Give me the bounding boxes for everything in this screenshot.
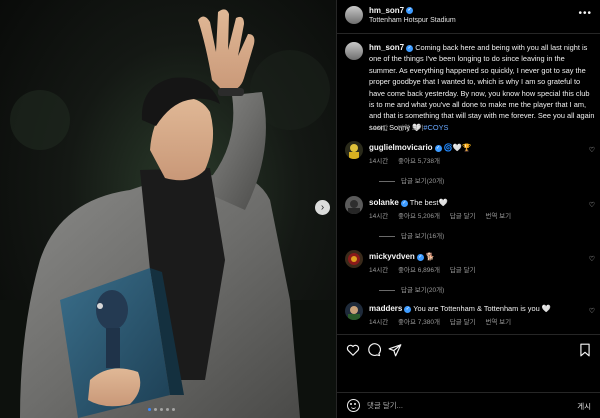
comment-line: guglielmovicario ✓ 🌀🤍🏆 <box>369 143 471 152</box>
commenter-username[interactable]: mickyvdven <box>369 252 415 261</box>
verified-badge-icon: ✓ <box>434 144 442 152</box>
comment-reply-link[interactable]: 답글 달기 <box>450 267 476 274</box>
verified-badge-icon: ✓ <box>400 199 408 207</box>
caption-time: 14시간 <box>369 125 389 132</box>
comment-line: mickyvdven ✓ 🐕 <box>369 252 435 261</box>
instagram-post: › hm_son7 ✓ Tottenham Hotspur Stadium •••… <box>0 0 600 418</box>
caption-username[interactable]: hm_son7 <box>369 43 404 52</box>
comment-line: solanke ✓ The best🤍 <box>369 198 448 207</box>
verified-badge-icon: ✓ <box>404 305 412 313</box>
comment-item: guglielmovicario ✓ 🌀🤍🏆 14시간 좋아요 5,738개 답글… <box>345 141 595 191</box>
comment-meta: 14시간 좋아요 7,380개 답글 달기 번역 보기 <box>369 316 519 326</box>
view-replies-link[interactable]: 답글 보기(20개) <box>379 284 444 294</box>
send-icon[interactable] <box>388 343 402 360</box>
post-details-panel: hm_son7 ✓ Tottenham Hotspur Stadium ••• h… <box>336 0 600 418</box>
location-link[interactable]: Tottenham Hotspur Stadium <box>369 17 456 24</box>
comment-time: 14시간 <box>369 213 389 220</box>
comment-reply-link[interactable]: 답글 달기 <box>450 319 476 326</box>
carousel-dot <box>166 408 169 411</box>
commenter-avatar[interactable] <box>345 302 363 320</box>
comment-time: 14시간 <box>369 158 389 165</box>
carousel-dot <box>172 408 175 411</box>
carousel-dot <box>154 408 157 411</box>
comment-meta: 14시간 좋아요 5,738개 <box>369 155 456 165</box>
comment-translate-link[interactable]: 번역 보기 <box>485 213 511 220</box>
caption-translate-link[interactable]: 번역 보기 <box>398 125 424 132</box>
comment-meta: 14시간 좋아요 6,896개 답글 달기 <box>369 264 484 274</box>
commenter-username[interactable]: solanke <box>369 198 399 207</box>
comment-likes[interactable]: 좋아요 5,206개 <box>398 213 440 220</box>
comment-like-heart-icon[interactable]: ♡ <box>589 146 595 154</box>
photo-illustration <box>0 9 336 418</box>
comment-item: solanke ✓ The best🤍 14시간 좋아요 5,206개 답글 달기… <box>345 196 595 246</box>
author-username-text[interactable]: hm_son7 <box>369 6 404 15</box>
carousel-dots <box>148 408 175 411</box>
action-bar <box>337 334 600 366</box>
comment-like-heart-icon[interactable]: ♡ <box>589 307 595 315</box>
comment-like-heart-icon[interactable]: ♡ <box>589 255 595 263</box>
commenter-avatar[interactable] <box>345 250 363 268</box>
comment-like-heart-icon[interactable]: ♡ <box>589 201 595 209</box>
caption-body: Coming back here and being with you all … <box>369 43 595 132</box>
verified-badge-icon: ✓ <box>416 253 424 261</box>
comment-time: 14시간 <box>369 319 389 326</box>
comment-text: You are Tottenham & Tottenham is you 🤍 <box>413 304 551 313</box>
comment-translate-link[interactable]: 번역 보기 <box>485 319 511 326</box>
view-replies-link[interactable]: 답글 보기(20개) <box>379 175 444 185</box>
comment-icon[interactable] <box>367 343 382 360</box>
comment-likes[interactable]: 좋아요 5,738개 <box>398 158 440 165</box>
post-photo[interactable]: › <box>0 0 336 418</box>
comment-text: 🌀🤍🏆 <box>443 143 472 152</box>
comment-meta: 14시간 좋아요 5,206개 답글 달기 번역 보기 <box>369 210 519 220</box>
caption-avatar[interactable] <box>345 42 363 60</box>
commenter-avatar[interactable] <box>345 141 363 159</box>
commenter-username[interactable]: madders <box>369 304 402 313</box>
comment-likes[interactable]: 좋아요 7,380개 <box>398 319 440 326</box>
add-comment-bar: 게시 <box>337 392 600 418</box>
carousel-dot <box>148 408 151 411</box>
carousel-dot <box>160 408 163 411</box>
next-photo-button[interactable]: › <box>315 200 330 215</box>
caption-text: hm_son7 ✓ Coming back here and being with… <box>369 42 595 133</box>
view-replies-link[interactable]: 답글 보기(16개) <box>379 230 444 240</box>
author-username[interactable]: hm_son7 ✓ <box>369 6 414 15</box>
comment-text: The best🤍 <box>409 198 448 207</box>
comment-likes[interactable]: 좋아요 6,896개 <box>398 267 440 274</box>
post-header: hm_son7 ✓ Tottenham Hotspur Stadium ••• <box>337 0 600 34</box>
caption-meta: 14시간 번역 보기 <box>369 122 432 132</box>
heart-icon[interactable] <box>346 343 360 360</box>
emoji-icon[interactable] <box>347 399 360 412</box>
comment-time: 14시간 <box>369 267 389 274</box>
comment-text: 🐕 <box>425 252 436 261</box>
comment-reply-link[interactable]: 답글 달기 <box>450 213 476 220</box>
more-horizontal-icon[interactable]: ••• <box>578 8 592 19</box>
author-avatar[interactable] <box>345 6 363 24</box>
verified-badge-icon: ✓ <box>406 7 414 15</box>
comment-input[interactable] <box>367 398 557 413</box>
commenter-avatar[interactable] <box>345 196 363 214</box>
verified-badge-icon: ✓ <box>406 44 414 52</box>
comment-line: madders ✓ You are Tottenham & Tottenham i… <box>369 304 551 313</box>
comment-item: mickyvdven ✓ 🐕 14시간 좋아요 6,896개 답글 달기 답글 보… <box>345 250 595 300</box>
commenter-username[interactable]: guglielmovicario <box>369 143 433 152</box>
post-comment-button[interactable]: 게시 <box>577 401 591 412</box>
bookmark-icon[interactable] <box>578 343 592 360</box>
